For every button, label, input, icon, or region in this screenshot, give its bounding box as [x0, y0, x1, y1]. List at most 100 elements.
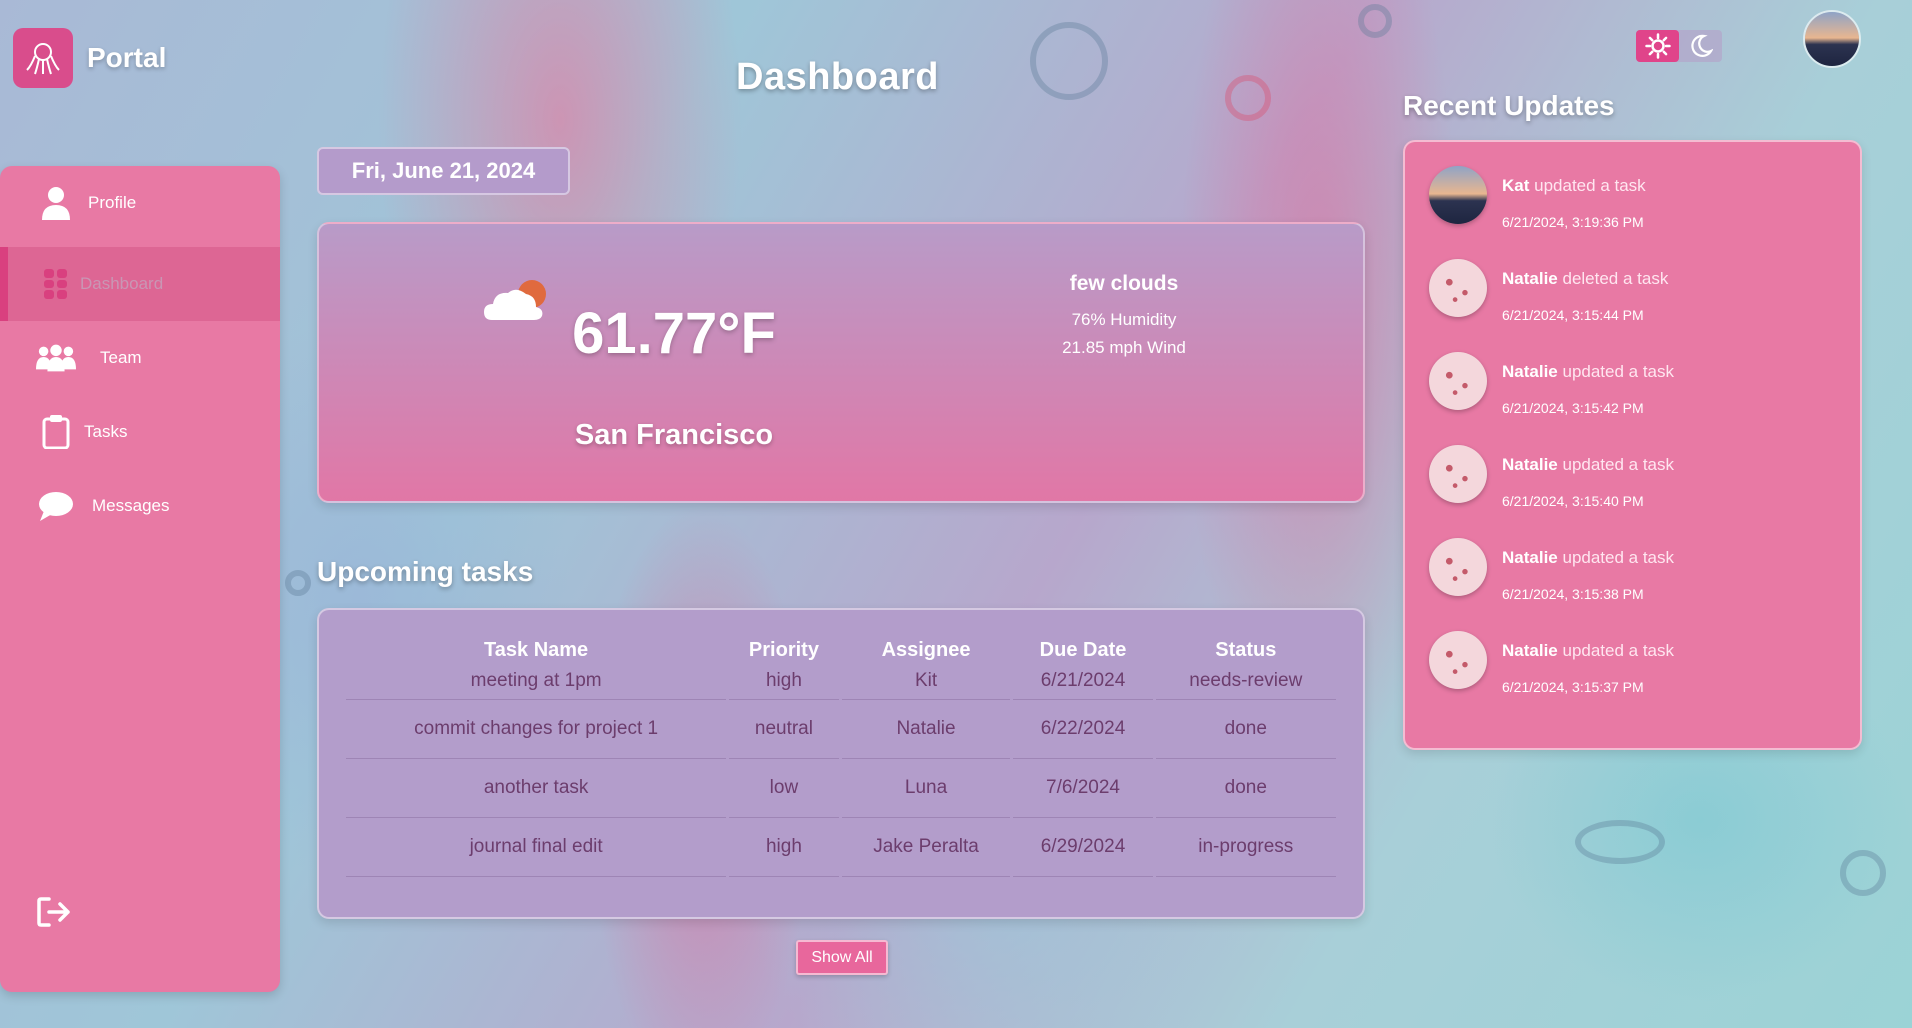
dashboard-grid-icon	[36, 264, 76, 304]
update-user: Kat	[1502, 176, 1530, 195]
city-name: San Francisco	[574, 419, 774, 451]
team-icon	[36, 338, 76, 378]
status-cell: in-progress	[1155, 818, 1336, 877]
update-user: Natalie	[1502, 455, 1558, 474]
table-row[interactable]: journal final edit high Jake Peralta 6/2…	[346, 818, 1336, 877]
update-time: 6/21/2024, 3:19:36 PM	[1502, 214, 1644, 230]
table-row[interactable]: another task low Luna 7/6/2024 done	[346, 759, 1336, 818]
sidebar-item-profile[interactable]: Profile	[0, 166, 280, 240]
update-item[interactable]: Natalie updated a task 6/21/2024, 3:15:3…	[1429, 538, 1849, 618]
due-date-cell: 6/21/2024	[1013, 670, 1153, 700]
background-bubble	[1358, 4, 1392, 38]
status-cell: done	[1155, 759, 1336, 818]
column-header-status: Status	[1215, 638, 1277, 661]
sidebar-item-label: Tasks	[84, 422, 128, 441]
avatar	[1429, 352, 1487, 410]
temperature: 61.77°F	[572, 301, 776, 366]
chat-bubble-icon	[36, 486, 76, 526]
update-text: Natalie updated a task	[1502, 641, 1674, 661]
sidebar-item-label: Messages	[92, 496, 170, 515]
octopus-logo-icon	[13, 28, 73, 88]
column-header-task-name: Task Name	[484, 638, 589, 661]
wind-speed: 21.85 mph Wind	[1062, 338, 1186, 357]
priority-cell: high	[729, 818, 839, 877]
table-row[interactable]: meeting at 1pm high Kit 6/21/2024 needs-…	[346, 670, 1336, 700]
update-user: Natalie	[1502, 362, 1558, 381]
assignee-cell: Luna	[841, 759, 1011, 818]
avatar	[1429, 538, 1487, 596]
tasks-title: Upcoming tasks	[317, 556, 534, 587]
background-bubble	[1225, 75, 1271, 121]
logout-icon[interactable]	[36, 896, 76, 936]
update-text: Natalie deleted a task	[1502, 269, 1668, 289]
task-name-cell: commit changes for project 1	[346, 700, 727, 759]
update-time: 6/21/2024, 3:15:44 PM	[1502, 307, 1644, 323]
update-item[interactable]: Natalie deleted a task 6/21/2024, 3:15:4…	[1429, 259, 1849, 339]
background-bubble	[1030, 22, 1108, 100]
sidebar: Profile Dashboard Team Tasks Messages	[0, 166, 280, 992]
user-icon	[36, 183, 76, 223]
update-action: updated a task	[1534, 176, 1646, 195]
recent-updates-card: Kat updated a task 6/21/2024, 3:19:36 PM…	[1403, 140, 1862, 750]
sidebar-item-team[interactable]: Team	[0, 321, 280, 395]
task-name-cell: journal final edit	[346, 818, 727, 877]
avatar	[1429, 166, 1487, 224]
update-action: updated a task	[1562, 641, 1675, 660]
status-cell: needs-review	[1155, 670, 1336, 700]
sidebar-item-label: Profile	[88, 193, 137, 212]
sidebar-item-tasks[interactable]: Tasks	[0, 395, 280, 469]
avatar	[1429, 445, 1487, 503]
brand-name: Portal	[87, 42, 167, 73]
update-item[interactable]: Natalie updated a task 6/21/2024, 3:15:4…	[1429, 352, 1849, 432]
update-time: 6/21/2024, 3:15:42 PM	[1502, 400, 1644, 416]
moon-icon[interactable]	[1679, 30, 1722, 62]
show-all-button[interactable]: Show All	[796, 940, 888, 975]
priority-cell: high	[729, 670, 839, 700]
status-cell: done	[1155, 700, 1336, 759]
avatar	[1429, 631, 1487, 689]
update-text: Kat updated a task	[1502, 176, 1646, 196]
updates-title: Recent Updates	[1403, 90, 1615, 121]
update-user: Natalie	[1502, 269, 1558, 288]
update-text: Natalie updated a task	[1502, 362, 1674, 382]
avatar	[1429, 259, 1487, 317]
weather-description: few clouds	[1069, 272, 1179, 295]
update-user: Natalie	[1502, 548, 1558, 567]
date-display: Fri, June 21, 2024	[317, 147, 570, 195]
update-time: 6/21/2024, 3:15:40 PM	[1502, 493, 1644, 509]
update-action: updated a task	[1562, 455, 1675, 474]
table-row[interactable]: commit changes for project 1 neutral Nat…	[346, 700, 1336, 759]
theme-toggle	[1636, 30, 1722, 62]
assignee-cell: Kit	[841, 670, 1011, 700]
weather-card: 61.77°F San Francisco few clouds 76% Hum…	[317, 222, 1365, 503]
background-bubble	[285, 570, 311, 596]
partly-cloudy-icon	[484, 276, 554, 326]
sidebar-item-label: Team	[100, 348, 142, 367]
update-action: updated a task	[1562, 548, 1675, 567]
assignee-cell: Natalie	[841, 700, 1011, 759]
update-item[interactable]: Kat updated a task 6/21/2024, 3:19:36 PM	[1429, 166, 1849, 246]
update-time: 6/21/2024, 3:15:38 PM	[1502, 586, 1644, 602]
priority-cell: neutral	[729, 700, 839, 759]
sidebar-item-dashboard[interactable]: Dashboard	[0, 247, 280, 321]
sidebar-item-label: Dashboard	[80, 274, 164, 293]
update-item[interactable]: Natalie updated a task 6/21/2024, 3:15:3…	[1429, 631, 1849, 711]
clipboard-icon	[36, 412, 76, 452]
sun-icon[interactable]	[1636, 30, 1679, 62]
page-title: Dashboard	[736, 56, 939, 98]
humidity: 76% Humidity	[1071, 310, 1177, 329]
tasks-table-card: Task Name Priority Assignee Due Date Sta…	[317, 608, 1365, 919]
task-name-cell: another task	[346, 759, 727, 818]
column-header-due-date: Due Date	[1039, 638, 1127, 661]
update-time: 6/21/2024, 3:15:37 PM	[1502, 679, 1644, 695]
update-item[interactable]: Natalie updated a task 6/21/2024, 3:15:4…	[1429, 445, 1849, 525]
sidebar-item-messages[interactable]: Messages	[0, 469, 280, 543]
brand[interactable]: Portal	[13, 28, 166, 88]
background-bubble	[1840, 850, 1886, 896]
avatar[interactable]	[1803, 10, 1861, 68]
column-header-assignee: Assignee	[881, 638, 971, 661]
due-date-cell: 7/6/2024	[1013, 759, 1153, 818]
update-text: Natalie updated a task	[1502, 455, 1674, 475]
assignee-cell: Jake Peralta	[841, 818, 1011, 877]
column-header-priority: Priority	[748, 638, 819, 661]
